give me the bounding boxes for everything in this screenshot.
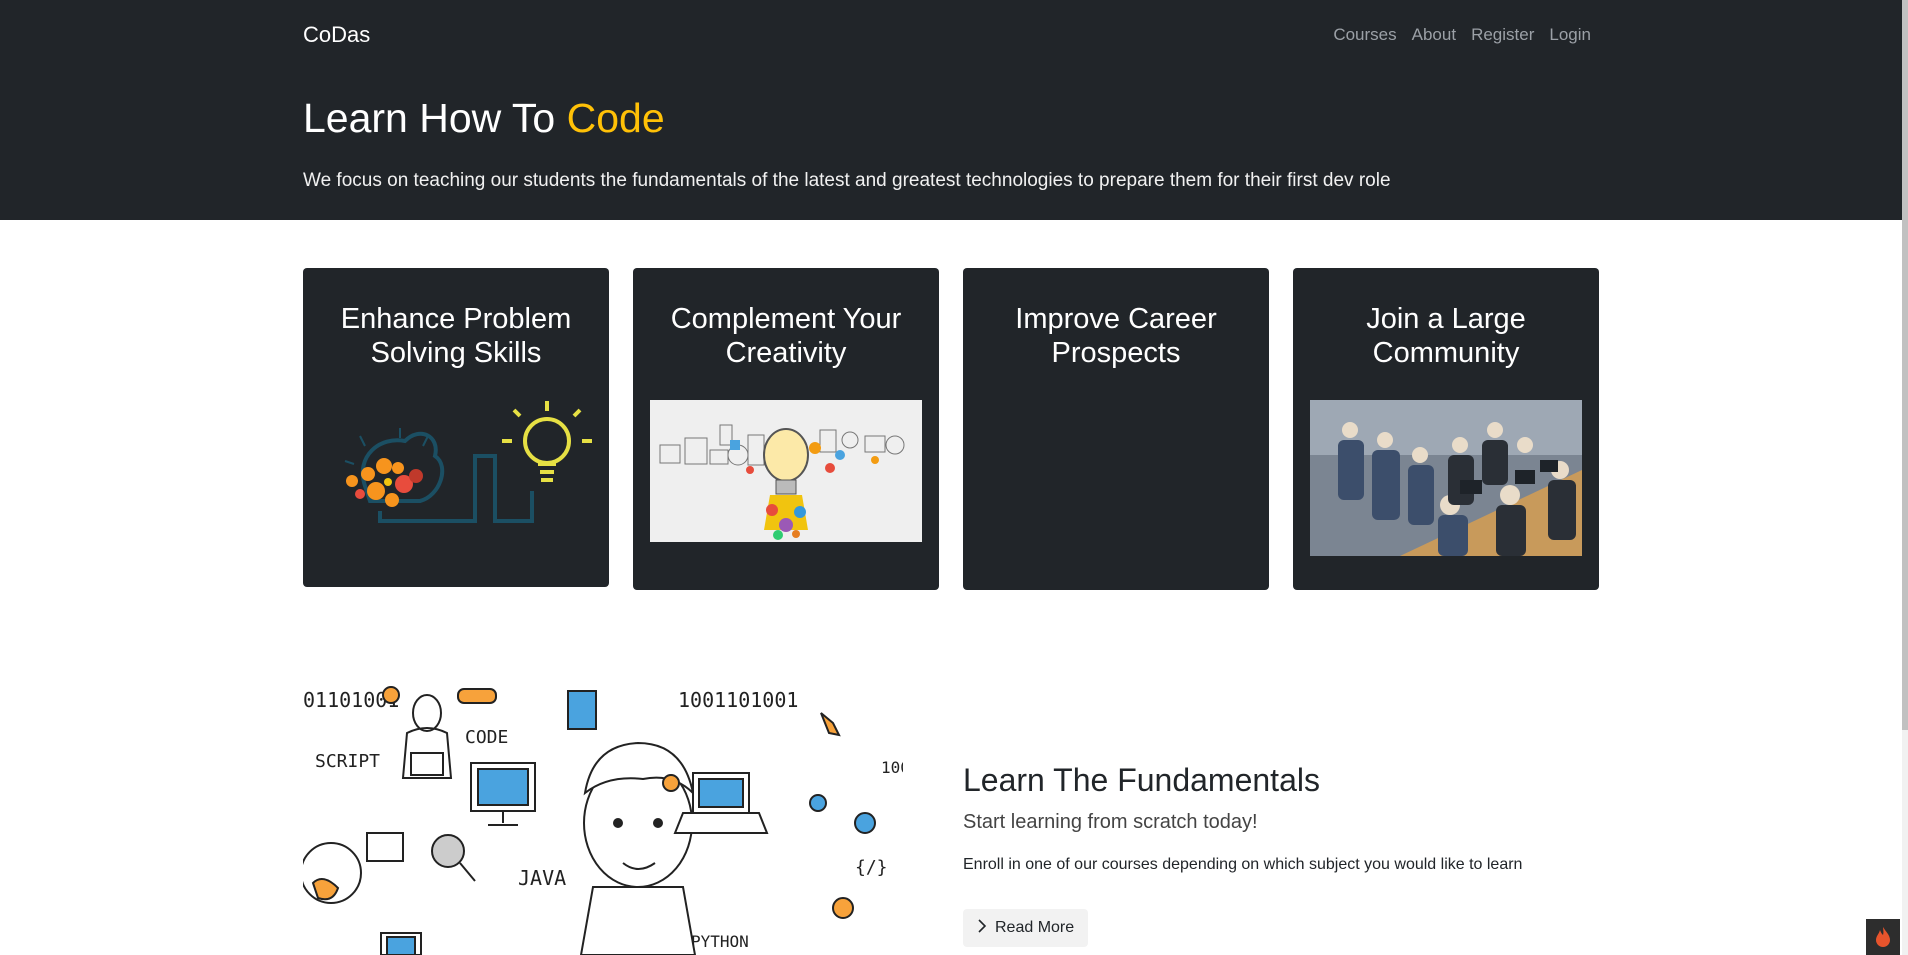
hero-title-accent: Code [566,95,665,141]
card-title-line: Community [1372,337,1520,369]
card-title: Join a Large Community [1293,302,1599,370]
fundamentals-text: Enroll in one of our courses depending o… [963,856,1523,873]
card-career: Improve Career Prospects [963,268,1269,590]
card-title-line: Prospects [1051,337,1181,369]
colorful-lightbulb-sketch [650,400,922,542]
card-title-line: Solving Skills [370,337,542,369]
python-label: PYTHON [691,932,749,951]
card-title: Enhance Problem Solving Skills [303,302,609,370]
hero-lead: We focus on teaching our students the fu… [303,170,1391,191]
nav-courses[interactable]: Courses [1333,25,1396,45]
card-creativity: Complement Your Creativity [633,268,939,590]
script-label: SCRIPT [315,751,380,772]
main-nav: Courses About Register Login [1333,25,1591,45]
read-more-label: Read More [995,919,1075,936]
card-title-line: Enhance Problem [340,303,572,335]
code-label: CODE [465,727,508,748]
card-title-line: Creativity [725,337,847,369]
binary-text: 1001101001 [678,688,798,712]
card-title-line: Improve Career [1015,303,1217,335]
nav-about[interactable]: About [1412,25,1456,45]
card-community: Join a Large Community [1293,268,1599,590]
page-scrollbar[interactable] [1902,0,1908,955]
nav-login[interactable]: Login [1549,25,1591,45]
java-label: JAVA [518,866,566,890]
hero-header: CoDas Courses About Register Login Learn… [0,0,1902,220]
coding-doodle-illustration: 01101001 1001101001 10011010 CODE SCRIPT… [303,683,903,955]
fundamentals-subtitle: Start learning from scratch today! [963,811,1258,833]
hero-title: Learn How To Code [303,95,665,142]
students-coding-photo [1310,400,1582,556]
card-title-line: Join a Large [1366,303,1526,335]
read-more-button[interactable]: Read More [963,909,1089,947]
brain-gears-lightbulb-illustration [344,401,592,523]
card-title: Complement Your Creativity [633,302,939,370]
binary-text: 10011010 [881,758,903,777]
hero-title-prefix: Learn How To [303,95,567,141]
card-title: Improve Career Prospects [963,302,1269,370]
nav-register[interactable]: Register [1471,25,1534,45]
flame-widget-icon[interactable] [1866,919,1900,955]
fundamentals-title: Learn The Fundamentals [963,762,1320,798]
brand-logo[interactable]: CoDas [303,22,370,48]
curly-label: {/} [855,857,888,878]
scrollbar-thumb[interactable] [1902,0,1908,730]
card-title-line: Complement Your [670,303,902,335]
chevron-right-icon [977,918,987,938]
card-problem-solving: Enhance Problem Solving Skills [303,268,609,587]
